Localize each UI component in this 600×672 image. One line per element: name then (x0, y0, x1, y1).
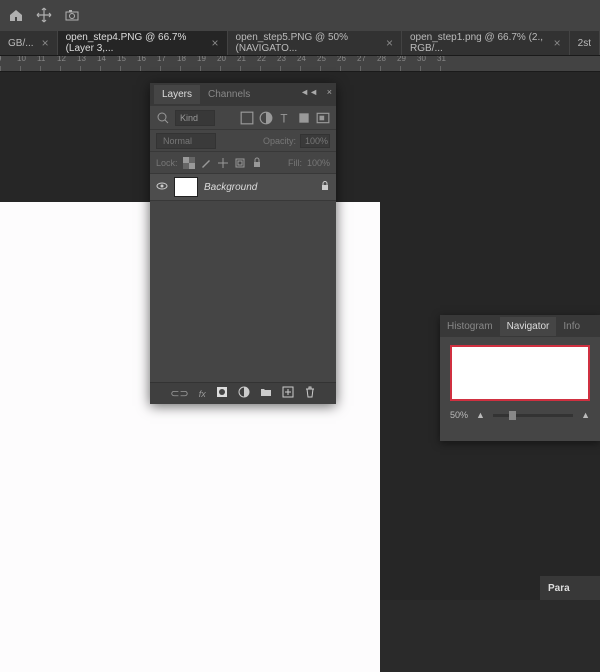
doc-tab-0[interactable]: GB/... × (0, 31, 57, 55)
move-icon[interactable] (36, 7, 52, 23)
fill-label: Fill: (288, 158, 302, 168)
blend-row: Normal Opacity: 100% (150, 129, 336, 151)
navigator-zoom-row: 50% ▲ ▲ (440, 405, 600, 425)
slider-handle[interactable] (509, 411, 516, 420)
document-tabs: GB/... × open_step4.PNG @ 66.7% (Layer 3,… (0, 30, 600, 56)
zoom-value[interactable]: 50% (450, 410, 468, 420)
lock-artboard-icon[interactable] (234, 157, 246, 169)
options-bar (0, 0, 600, 30)
paragraph-label: Para (548, 583, 570, 594)
fill-value[interactable]: 100% (307, 158, 330, 168)
tab-label: GB/... (8, 38, 34, 49)
tab-label: 2st (578, 38, 591, 49)
close-icon[interactable]: × (327, 87, 332, 97)
filter-kind-select[interactable]: Kind (175, 110, 215, 126)
tab-label: open_step5.PNG @ 50% (NAVIGATO... (236, 32, 378, 54)
zoom-out-icon[interactable]: ▲ (476, 410, 485, 420)
layer-filter-row: Kind T (150, 105, 336, 129)
opacity-label: Opacity: (263, 136, 296, 146)
tab-label: open_step1.png @ 66.7% (2., RGB/... (410, 32, 546, 54)
trash-icon[interactable] (304, 386, 316, 401)
filter-pixel-icon[interactable] (240, 111, 254, 125)
search-icon[interactable] (156, 111, 170, 125)
svg-text:T: T (280, 112, 287, 124)
layers-footer: ⊂⊃ fx (150, 382, 336, 404)
group-icon[interactable] (260, 386, 272, 401)
lock-row: Lock: Fill: 100% (150, 151, 336, 173)
close-icon[interactable]: × (386, 36, 393, 50)
fx-icon[interactable]: fx (199, 389, 206, 399)
link-icon[interactable]: ⊂⊃ (170, 387, 188, 400)
doc-tab-4[interactable]: 2st (570, 31, 599, 55)
lock-position-icon[interactable] (217, 157, 229, 169)
visibility-icon[interactable] (156, 180, 168, 195)
tab-layers[interactable]: Layers (154, 85, 200, 104)
lock-pixels-icon[interactable] (200, 157, 212, 169)
horizontal-ruler: 9101112131415161718192021222324252627282… (0, 56, 600, 72)
navigator-preview[interactable] (450, 345, 590, 401)
layers-panel: Layers Channels ◄◄ × Kind T Normal Opaci… (150, 83, 336, 404)
doc-tab-3[interactable]: open_step1.png @ 66.7% (2., RGB/... × (402, 31, 569, 55)
filter-smart-icon[interactable] (316, 111, 330, 125)
panel-tab-row: Layers Channels ◄◄ × (150, 83, 336, 105)
layer-thumbnail[interactable] (174, 177, 198, 197)
lock-all-icon[interactable] (251, 157, 263, 169)
lock-label: Lock: (156, 158, 178, 168)
blend-mode-select[interactable]: Normal (156, 133, 216, 149)
camera-icon[interactable] (64, 7, 80, 23)
nav-tab-row: Histogram Navigator Info (440, 315, 600, 337)
layer-background[interactable]: Background (150, 173, 336, 201)
paragraph-panel-tab[interactable]: Para (540, 576, 600, 600)
close-icon[interactable]: × (212, 36, 219, 50)
zoom-slider[interactable] (493, 414, 573, 417)
mask-icon[interactable] (216, 386, 228, 401)
new-layer-icon[interactable] (282, 386, 294, 401)
close-icon[interactable]: × (554, 36, 561, 50)
tab-label: open_step4.PNG @ 66.7% (Layer 3,... (66, 32, 204, 54)
filter-adjust-icon[interactable] (259, 111, 273, 125)
zoom-in-icon[interactable]: ▲ (581, 410, 590, 420)
lock-transparent-icon[interactable] (183, 157, 195, 169)
tab-channels[interactable]: Channels (200, 85, 258, 104)
doc-tab-1[interactable]: open_step4.PNG @ 66.7% (Layer 3,... × (58, 31, 227, 55)
tab-navigator[interactable]: Navigator (500, 317, 557, 336)
filter-type-icon[interactable]: T (278, 111, 292, 125)
opacity-value[interactable]: 100% (300, 134, 330, 148)
collapse-icon[interactable]: ◄◄ (300, 87, 318, 97)
home-icon[interactable] (8, 7, 24, 23)
lock-icon[interactable] (320, 181, 330, 194)
close-icon[interactable]: × (42, 36, 49, 50)
doc-tab-2[interactable]: open_step5.PNG @ 50% (NAVIGATO... × (228, 31, 401, 55)
navigator-panel: Histogram Navigator Info 50% ▲ ▲ (440, 315, 600, 441)
filter-shape-icon[interactable] (297, 111, 311, 125)
tab-histogram[interactable]: Histogram (440, 317, 500, 336)
adjustment-icon[interactable] (238, 386, 250, 401)
layer-name[interactable]: Background (204, 182, 314, 193)
tab-info[interactable]: Info (556, 317, 587, 336)
